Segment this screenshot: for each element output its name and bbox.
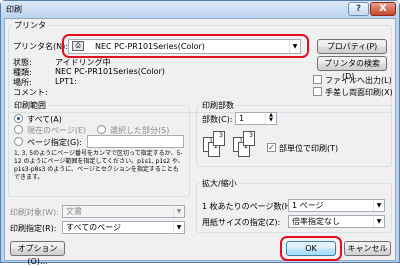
printer-group-legend: プリンタ [12,20,48,31]
collate-page-6-icon: 3 [243,131,255,146]
pages-per-sheet-value: 1 ページ [292,201,324,210]
properties-button[interactable]: プロパティ(P) [317,39,387,54]
page-spec-hint: 1, 3, 5のようにページ番号をカンマで区切って指定するか、5-12 のように… [14,150,184,181]
manual-duplex-checkbox[interactable] [313,87,322,96]
print-select-label: 印刷指定(R): [10,224,57,233]
print-what-select[interactable]: 文書 ▼ [62,205,185,218]
print-dialog: 印刷 ? X プリンタ プリンタ名(N): ⎙ NEC PC-PR101Seri… [0,0,400,266]
page-range-legend: 印刷範囲 [12,100,48,111]
collate-checkbox[interactable]: ✓ [267,143,276,152]
copies-spinner[interactable]: 1 ▲ ▼ [235,112,277,125]
scale-select[interactable]: 倍率指定なし ▼ [288,215,385,228]
scale-label: 用紙サイズの指定(Z): [202,218,281,227]
where-value: LPT1: [55,77,77,86]
page-spec-radio[interactable] [14,137,23,146]
options-button[interactable]: オプション(O)... [10,241,65,266]
chevron-down-icon[interactable]: ▼ [373,216,384,227]
pages-per-sheet-label: 1 枚あたりのページ数(H): [202,202,297,211]
manual-duplex-label: 手差し両面印刷(X) [325,88,393,97]
all-pages-radio[interactable] [14,114,23,123]
title-bar[interactable]: 印刷 ? X [1,1,399,18]
printer-highlight-ring [62,34,309,58]
collate-page-3-icon: 3 [213,131,225,146]
copies-label: 部数(C): [202,115,233,124]
print-select-value: すべてのページ [66,223,121,232]
all-pages-label: すべて(A) [27,115,62,124]
current-page-label: 現在のページ(E) [27,126,87,135]
print-what-label: 印刷対象(W): [10,208,59,217]
scale-value: 倍率指定なし [292,217,340,226]
zoom-legend: 拡大/縮小 [200,178,239,189]
selection-radio[interactable] [97,125,106,134]
find-printer-button[interactable]: プリンタの検索(D)... [317,56,387,81]
copies-value: 1 [239,114,245,123]
dialog-body: プリンタ プリンタ名(N): ⎙ NEC PC-PR101Series(Colo… [4,18,396,266]
copies-legend: 印刷部数 [200,100,236,111]
chevron-down-icon[interactable]: ▼ [373,200,384,211]
help-button[interactable]: ? [348,2,369,16]
close-button[interactable]: X [370,2,396,16]
ok-highlight-ring [280,236,342,261]
spinner-arrows-icon[interactable]: ▲ ▼ [265,113,276,124]
page-spec-input[interactable] [87,135,184,148]
type-value: NEC PC-PR101Series(Color) [55,67,165,76]
chevron-down-icon[interactable]: ▼ [173,206,184,217]
comment-label: コメント: [13,88,48,97]
print-select-select[interactable]: すべてのページ ▼ [62,221,185,234]
chevron-down-icon[interactable]: ▼ [173,222,184,233]
cancel-button[interactable]: キャンセル [344,241,391,256]
page-spec-label: ページ指定(G): [27,138,82,147]
print-to-file-label: ファイルへ出力(L) [325,76,392,85]
print-to-file-checkbox[interactable] [313,75,322,84]
print-what-value: 文書 [66,207,82,216]
pages-per-sheet-select[interactable]: 1 ページ ▼ [288,199,385,212]
dialog-title: 印刷 [6,5,22,14]
current-page-radio[interactable] [14,125,23,134]
collate-label: 部単位で印刷(T) [279,144,339,153]
printer-name-label: プリンタ名(N): [13,42,68,51]
